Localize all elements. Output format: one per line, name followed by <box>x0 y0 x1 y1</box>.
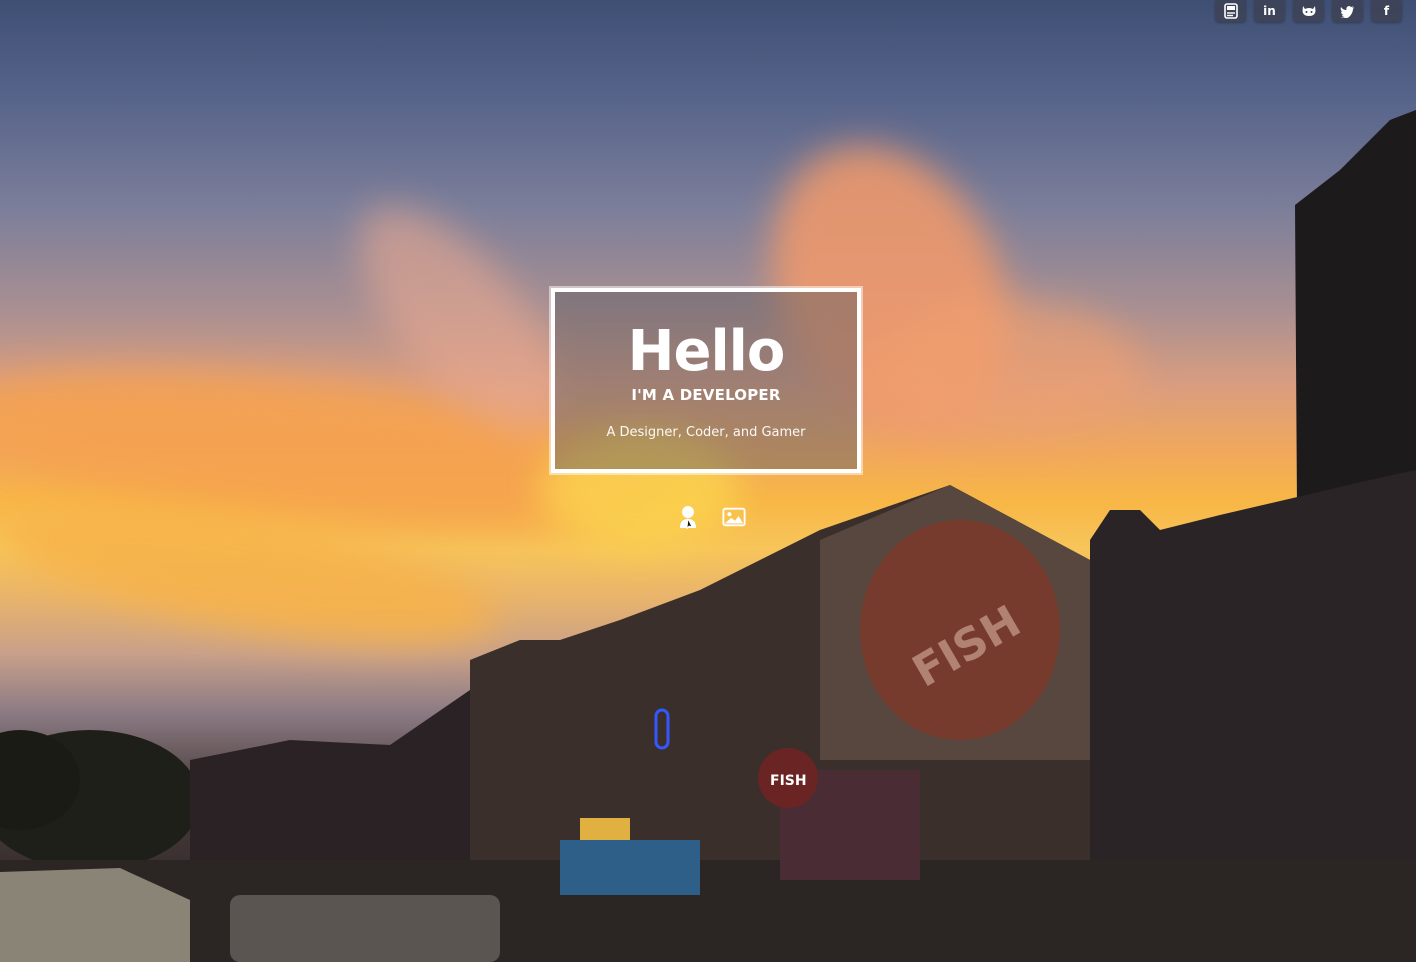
hero-title: Hello <box>627 319 786 384</box>
profile-view-icon <box>680 506 696 529</box>
linkedin-button[interactable]: in <box>1254 0 1285 22</box>
hero-card: Hello I'M A DEVELOPER A Designer, Coder,… <box>549 286 863 475</box>
github-button[interactable] <box>1293 0 1324 22</box>
hero-tagline: A Designer, Coder, and Gamer <box>606 425 806 440</box>
view-toggle <box>676 505 746 529</box>
twitter-button[interactable] <box>1332 0 1363 22</box>
svg-text:FISH: FISH <box>770 773 807 789</box>
street-skyline: FISH FISH <box>0 110 1416 962</box>
facebook-icon: f <box>1383 4 1390 18</box>
hero-subtitle: I'M A DEVELOPER <box>631 386 781 404</box>
github-icon <box>1302 6 1315 16</box>
linkedin-icon: in <box>1263 4 1276 18</box>
profile-view-button[interactable] <box>676 505 700 529</box>
facebook-button[interactable]: f <box>1371 0 1402 22</box>
background-photo: FISH FISH in f Hello I'M A DEVELOPER A D… <box>0 0 1416 962</box>
gallery-view-icon <box>722 507 746 527</box>
gallery-view-button[interactable] <box>722 505 746 529</box>
pdf-resume-button[interactable] <box>1215 0 1246 22</box>
social-links-bar: in f <box>1215 0 1402 22</box>
pdf-icon <box>1223 3 1238 19</box>
twitter-icon <box>1340 5 1354 18</box>
